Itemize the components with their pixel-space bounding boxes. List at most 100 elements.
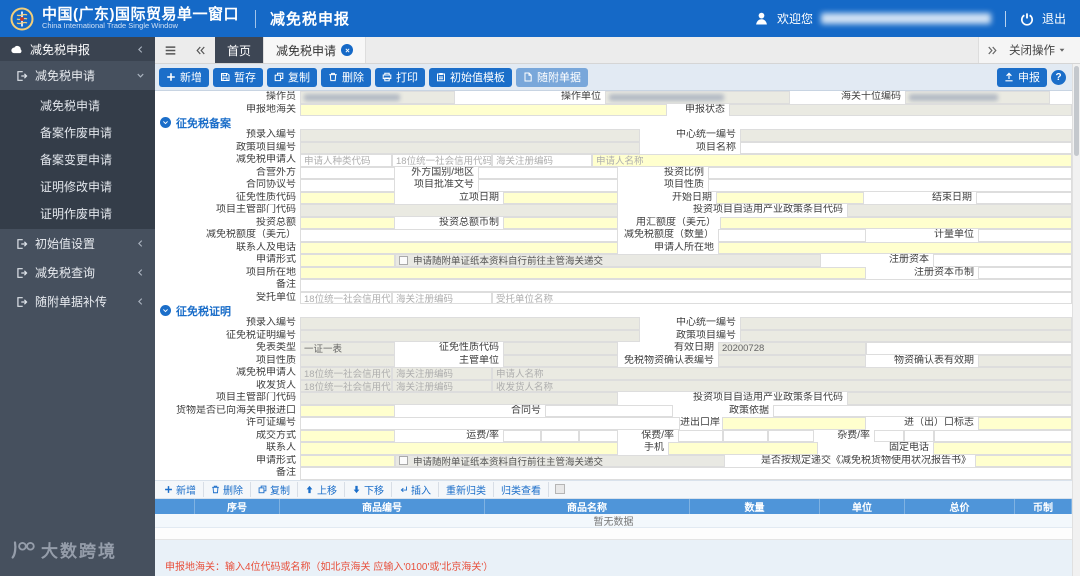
field-input[interactable] [300,266,866,279]
field-input[interactable] [300,141,640,154]
field-input[interactable] [773,404,1072,417]
field-input[interactable] [933,442,1072,455]
删除-button[interactable]: 删除 [204,481,251,497]
field-input[interactable] [579,429,618,442]
scrollbar-thumb[interactable] [1074,66,1079,156]
field-input[interactable] [740,129,1072,142]
暂存-button[interactable]: 暂存 [213,67,263,87]
field-input[interactable] [740,329,1072,342]
section-collapse-icon[interactable] [160,117,171,128]
field-input[interactable]: 海关注册编码 [392,291,492,304]
field-input[interactable] [874,429,904,442]
field-input[interactable] [716,191,864,204]
tab-home[interactable]: 首页 [215,37,264,63]
field-input[interactable] [300,429,395,442]
field-input[interactable] [975,454,1072,467]
field-input[interactable]: 20200728 [718,342,866,355]
sidebar-group-1[interactable]: 初始值设置 [0,229,155,258]
field-input[interactable] [503,216,618,229]
field-input[interactable] [718,229,866,242]
sidebar-item-备案作废申请[interactable]: 备案作废申请 [0,119,155,146]
sidebar-item-证明修改申请[interactable]: 证明修改申请 [0,173,155,200]
menu-toggle-icon[interactable] [155,37,185,63]
help-button[interactable]: ? [1051,69,1066,85]
field-input[interactable] [934,429,1072,442]
field-input[interactable] [300,329,640,342]
field-input[interactable] [503,342,618,355]
field-input[interactable]: 申请人名称 [592,154,1072,167]
field-input[interactable] [300,216,395,229]
field-input[interactable]: 海关注册编码 [392,379,492,392]
field-input[interactable] [976,191,1072,204]
删除-button[interactable]: 删除 [321,67,371,87]
field-input[interactable] [978,417,1072,430]
field-input[interactable]: 一证一表 [300,342,395,355]
field-input[interactable]: 18位统一社会信用代码 [300,379,392,392]
field-input[interactable] [678,429,723,442]
归类查看-button[interactable]: 归类查看 [494,481,549,497]
field-input[interactable] [300,129,640,142]
field-input[interactable]: 申请人名称 [492,367,1072,380]
新增-button[interactable]: 新增 [159,67,209,87]
field-input[interactable] [718,241,1072,254]
declare-button[interactable]: 申报 [997,67,1047,87]
section-collapse-icon[interactable] [160,305,171,316]
field-input[interactable] [300,279,1072,292]
新增-button[interactable]: 新增 [157,481,204,497]
field-input[interactable] [503,354,618,367]
paper-submit-checkbox[interactable] [399,255,408,265]
logout-button[interactable]: 退出 [1042,10,1066,27]
field-input[interactable] [300,417,680,430]
tab-close-icon[interactable] [341,44,354,56]
field-input[interactable] [933,254,1072,267]
power-icon[interactable] [1020,12,1034,26]
sidebar-item-减免税申请[interactable]: 减免税申请 [0,92,155,119]
上移-button[interactable]: 上移 [298,481,345,497]
field-input[interactable] [668,442,818,455]
sidebar-group-2[interactable]: 减免税查询 [0,258,155,287]
field-input[interactable]: 18位统一社会信用代码 [300,291,392,304]
初始值模板-button[interactable]: 初始值模板 [429,67,512,87]
field-input[interactable] [503,191,618,204]
field-input[interactable]: 海关注册编码 [492,154,592,167]
scroll-tabs-right-icon[interactable] [979,45,1005,56]
close-operations-dropdown[interactable]: 关闭操作 [1009,42,1070,58]
field-input[interactable] [300,254,395,267]
sidebar-item-备案变更申请[interactable]: 备案变更申请 [0,146,155,173]
field-input[interactable]: 18位统一社会信用代码 [392,154,492,167]
随附单据-button[interactable]: 随附单据 [516,67,588,87]
items-toolbar-checkbox[interactable] [555,484,565,494]
field-input[interactable] [708,179,1072,192]
field-input[interactable] [300,241,618,254]
下移-button[interactable]: 下移 [345,481,392,497]
field-input[interactable] [847,392,1072,405]
field-input[interactable] [300,229,618,242]
field-input[interactable] [740,317,1072,330]
field-input[interactable]: 海关注册编码 [392,367,492,380]
field-input[interactable] [847,204,1072,217]
field-input[interactable] [300,442,618,455]
field-input[interactable] [541,429,579,442]
field-input[interactable] [720,216,1072,229]
field-input[interactable] [300,179,395,192]
sidebar-group-3[interactable]: 随附单据补传 [0,287,155,316]
vertical-scrollbar[interactable] [1072,64,1080,576]
field-input[interactable] [300,191,395,204]
field-input[interactable] [740,141,1072,154]
field-input[interactable] [768,429,814,442]
field-input[interactable] [545,404,673,417]
重新归类-button[interactable]: 重新归类 [439,481,494,497]
declare-status-field[interactable] [729,103,1072,116]
field-input[interactable] [300,467,1072,480]
field-input[interactable] [718,354,866,367]
插入-button[interactable]: 插入 [392,481,439,497]
field-input[interactable] [723,429,768,442]
field-input[interactable] [300,404,395,417]
field-input[interactable] [300,166,395,179]
field-input[interactable] [503,429,541,442]
declare-customs-input[interactable] [300,103,667,116]
field-input[interactable] [478,166,618,179]
scroll-tabs-left-icon[interactable] [185,37,215,63]
复制-button[interactable]: 复制 [251,481,298,497]
tab-current[interactable]: 减免税申请 [263,37,367,63]
